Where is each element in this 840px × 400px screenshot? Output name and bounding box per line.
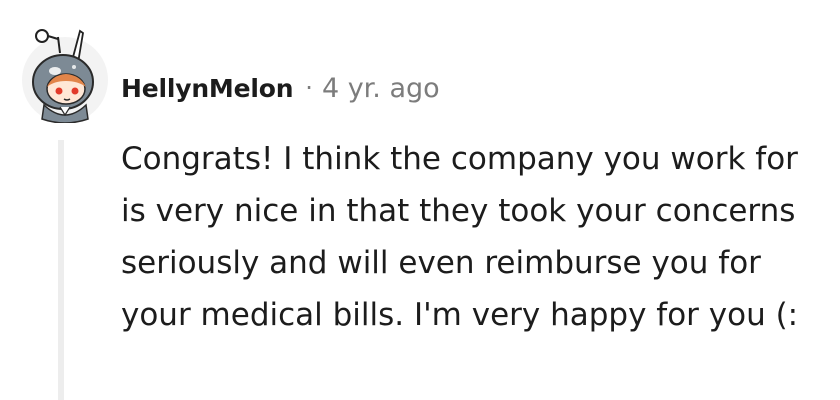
thread-collapse-line[interactable] (58, 140, 64, 400)
comment-age-link[interactable]: 4 yr. ago (322, 73, 440, 104)
comment: HellynMelon · 4 yr. ago Congrats! I thin… (0, 0, 840, 400)
meta-separator: · (305, 74, 313, 102)
comment-body: Congrats! I think the company you work f… (121, 141, 799, 333)
user-avatar[interactable] (22, 27, 108, 123)
narwhal-snoo-avatar-icon (22, 29, 108, 123)
author-link[interactable]: HellynMelon (121, 74, 293, 103)
comment-meta: HellynMelon · 4 yr. ago (121, 68, 440, 108)
